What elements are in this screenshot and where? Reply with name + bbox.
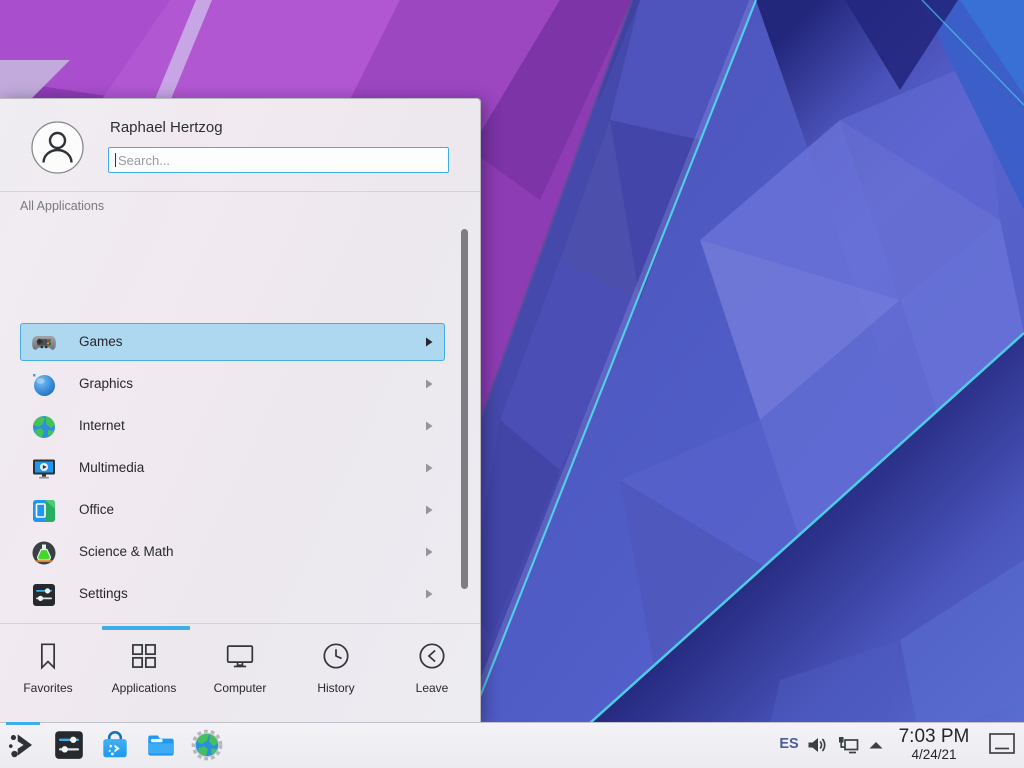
tab-computer[interactable]: Computer bbox=[192, 624, 288, 722]
launcher-active-indicator bbox=[6, 722, 40, 725]
launcher-tab-bar: Favorites Applications Computer bbox=[0, 623, 480, 722]
monitor-icon bbox=[224, 640, 256, 672]
expand-tray-icon[interactable] bbox=[864, 733, 888, 757]
discover-button[interactable] bbox=[98, 728, 132, 762]
system-settings-button[interactable] bbox=[52, 728, 86, 762]
graphics-icon bbox=[31, 372, 57, 398]
submenu-arrow-icon bbox=[425, 337, 433, 347]
games-icon bbox=[31, 330, 57, 356]
submenu-arrow-icon bbox=[425, 505, 433, 515]
category-row-science-math[interactable]: Science & Math bbox=[20, 533, 445, 571]
submenu-arrow-icon bbox=[425, 547, 433, 557]
section-label: All Applications bbox=[20, 199, 104, 213]
web-browser-button[interactable] bbox=[190, 728, 224, 762]
text-cursor bbox=[115, 153, 116, 167]
application-launcher-button[interactable] bbox=[6, 728, 40, 762]
bookmark-icon bbox=[32, 640, 64, 672]
internet-icon bbox=[31, 414, 57, 440]
category-row-graphics[interactable]: Graphics bbox=[20, 365, 445, 403]
clock-date: 4/24/21 bbox=[890, 747, 978, 762]
science-math-icon bbox=[31, 540, 57, 566]
grid-icon bbox=[128, 640, 160, 672]
scrollbar[interactable] bbox=[461, 229, 468, 589]
submenu-arrow-icon bbox=[425, 421, 433, 431]
volume-icon[interactable] bbox=[805, 733, 829, 757]
category-row-multimedia[interactable]: Multimedia bbox=[20, 449, 445, 487]
desktop: Raphael Hertzog All Applications Games bbox=[0, 0, 1024, 768]
clock-icon bbox=[320, 640, 352, 672]
multimedia-icon bbox=[31, 456, 57, 482]
submenu-arrow-icon bbox=[425, 589, 433, 599]
digital-clock[interactable]: 7:03 PM 4/24/21 bbox=[890, 726, 978, 762]
application-category-list: Games Graphics bbox=[0, 217, 481, 625]
file-manager-button[interactable] bbox=[144, 728, 178, 762]
tab-favorites[interactable]: Favorites bbox=[0, 624, 96, 722]
clock-time: 7:03 PM bbox=[890, 726, 978, 747]
search-input[interactable] bbox=[108, 147, 449, 173]
network-icon[interactable] bbox=[836, 733, 860, 757]
submenu-arrow-icon bbox=[425, 463, 433, 473]
user-avatar-icon[interactable] bbox=[31, 121, 84, 174]
category-row-internet[interactable]: Internet bbox=[20, 407, 445, 445]
show-desktop-button[interactable] bbox=[987, 729, 1017, 759]
tab-history[interactable]: History bbox=[288, 624, 384, 722]
category-row-office[interactable]: Office bbox=[20, 491, 445, 529]
submenu-arrow-icon bbox=[425, 379, 433, 389]
user-name: Raphael Hertzog bbox=[110, 119, 223, 136]
tab-leave[interactable]: Leave bbox=[384, 624, 480, 722]
launcher-header: Raphael Hertzog bbox=[0, 99, 480, 192]
office-icon bbox=[31, 498, 57, 524]
category-row-games[interactable]: Games bbox=[20, 323, 445, 361]
leave-icon bbox=[416, 640, 448, 672]
keyboard-layout-indicator[interactable]: ES bbox=[776, 730, 802, 758]
settings-icon bbox=[31, 582, 57, 608]
tab-applications[interactable]: Applications bbox=[96, 624, 192, 722]
category-row-settings[interactable]: Settings bbox=[20, 575, 445, 613]
kickoff-launcher-popup: Raphael Hertzog All Applications Games bbox=[0, 98, 481, 722]
